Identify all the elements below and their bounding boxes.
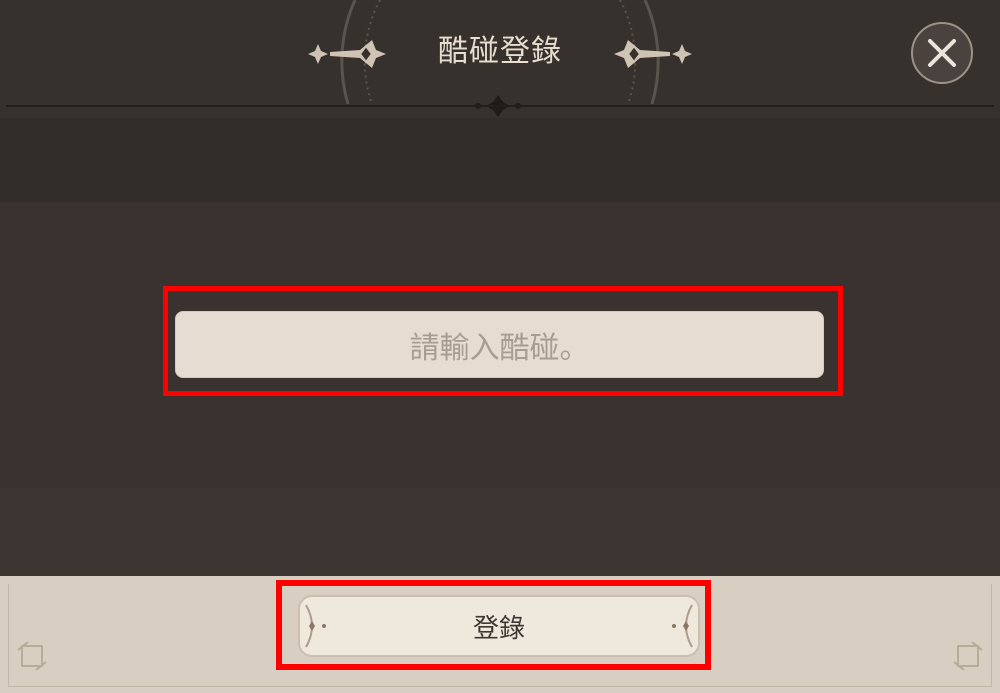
coupon-input-placeholder: 請輸入酷碰。 [409, 330, 590, 366]
close-icon [928, 39, 956, 67]
body-band [0, 118, 1000, 202]
login-button-label: 登錄 [472, 613, 525, 644]
close-button[interactable] [911, 22, 973, 84]
coupon-dialog: 酷碰登錄 請輸入酷碰。 登錄 [0, 0, 1000, 693]
dialog-header: 酷碰登錄 [0, 0, 1000, 118]
login-button[interactable]: 登錄 [298, 595, 700, 657]
header-divider [6, 105, 994, 107]
coupon-input[interactable]: 請輸入酷碰。 [175, 311, 824, 378]
body-band [0, 488, 1000, 576]
dialog-title: 酷碰登錄 [438, 34, 562, 69]
